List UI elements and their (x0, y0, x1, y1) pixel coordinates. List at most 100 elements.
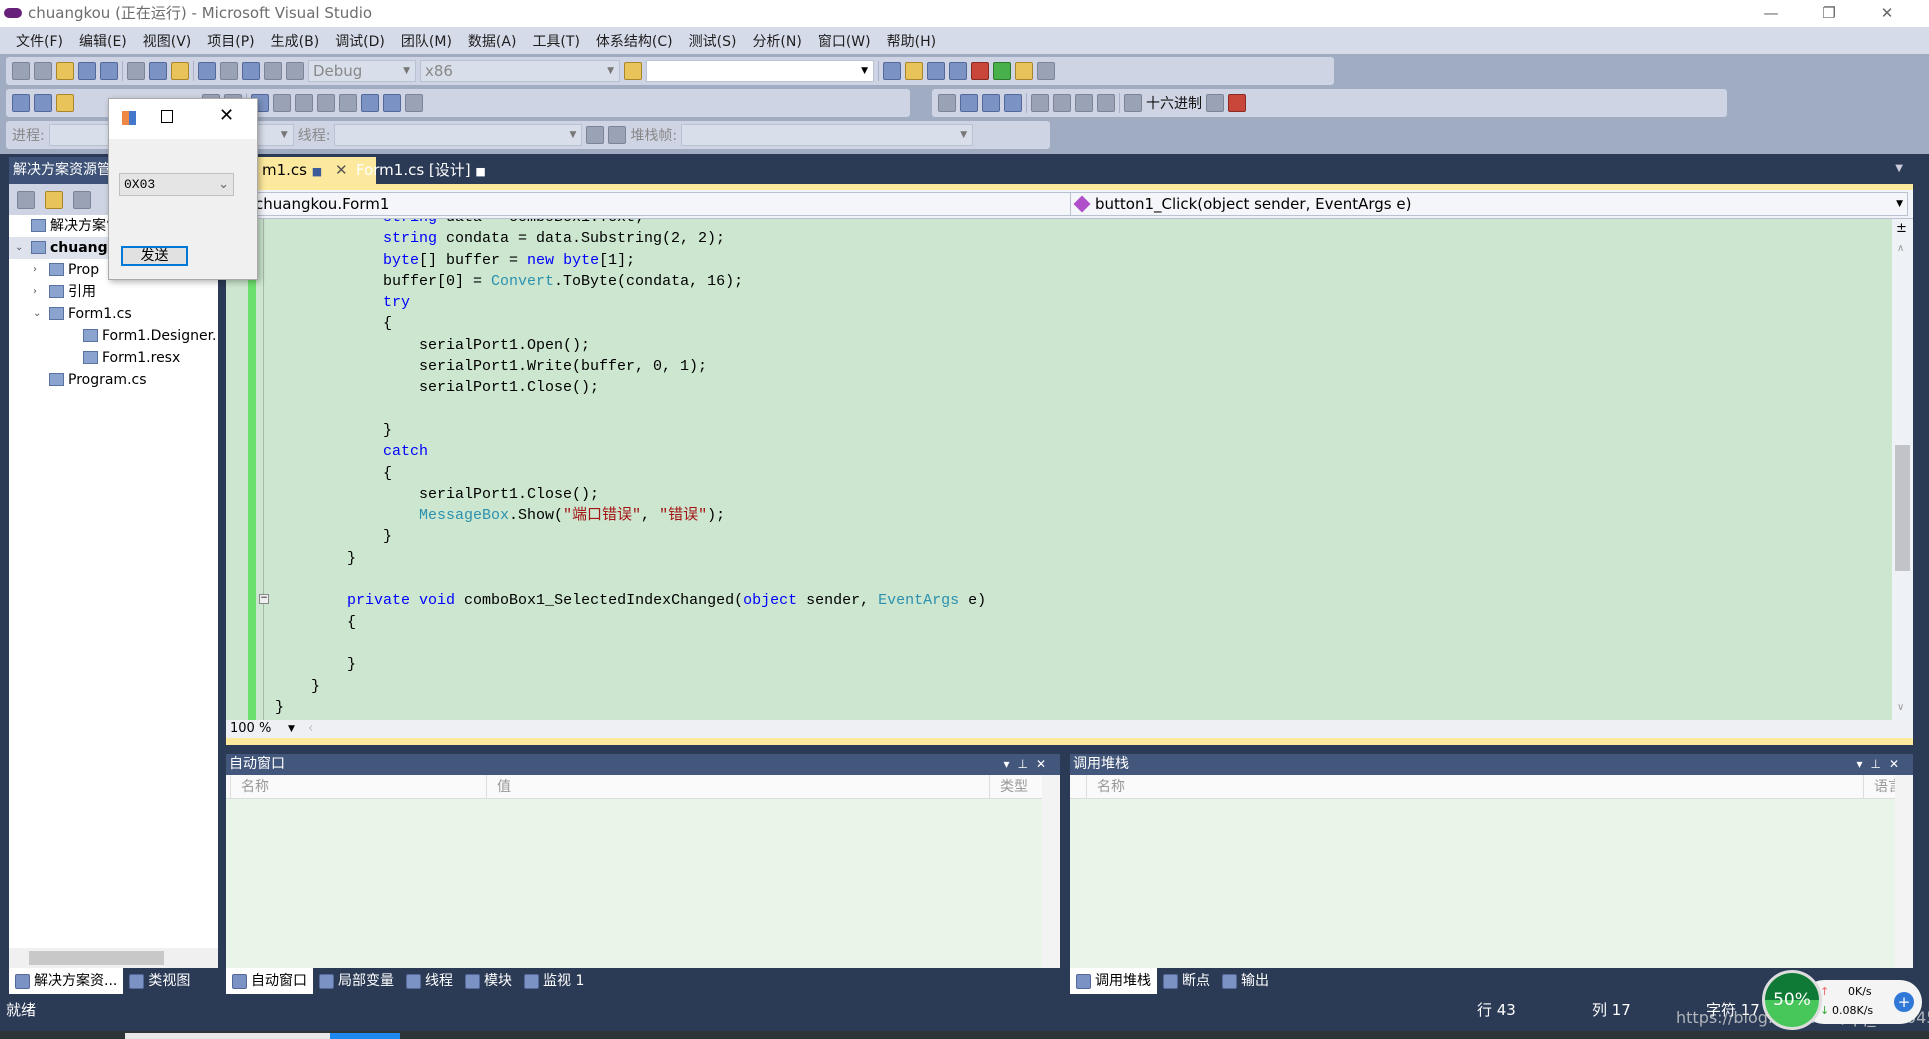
menu-item[interactable]: 测试(S) (681, 31, 745, 51)
send-button[interactable]: 发送 (121, 246, 188, 266)
toolbox-icon[interactable] (949, 62, 967, 80)
restore-button[interactable]: ❐ (1800, 0, 1858, 27)
menu-item[interactable]: 帮助(H) (879, 31, 944, 51)
stackframe-select[interactable]: ▼ (681, 124, 974, 146)
redo-icon[interactable] (220, 62, 238, 80)
port-combobox[interactable]: 0X03 ⌄ (119, 173, 234, 196)
menu-item[interactable]: 分析(N) (744, 31, 809, 51)
horizontal-scrollbar[interactable] (9, 948, 218, 968)
panel-controls[interactable]: ▾⊥✕ (1856, 754, 1907, 775)
menu-item[interactable]: 项目(P) (199, 31, 262, 51)
bottom-tab[interactable]: 输出 (1216, 968, 1275, 994)
extension-icon[interactable] (1015, 62, 1033, 80)
flag-all-icon[interactable] (608, 126, 627, 144)
save-icon[interactable] (78, 62, 96, 80)
scrollbar-thumb[interactable] (1895, 445, 1910, 571)
start-icon[interactable] (286, 62, 304, 80)
command-window-icon[interactable] (1037, 62, 1055, 80)
vertical-scrollbar[interactable] (1895, 775, 1913, 968)
tree-item[interactable]: Program.cs (9, 369, 218, 391)
plus-icon[interactable]: + (1894, 992, 1914, 1012)
tools-icon[interactable] (971, 62, 989, 80)
find-icon[interactable] (405, 94, 423, 112)
chevron-down-icon[interactable]: ⌄ (33, 303, 41, 325)
menu-item[interactable]: 工具(T) (524, 31, 587, 51)
navigate-forward-icon[interactable] (264, 62, 282, 80)
add-item-icon[interactable] (34, 62, 52, 80)
taskbar-item[interactable] (125, 1033, 330, 1039)
panel-controls[interactable]: ▾⊥✕ (1003, 754, 1054, 775)
stop-icon[interactable] (982, 94, 1000, 112)
find-input[interactable]: ▼ (646, 60, 874, 82)
refresh-icon[interactable] (73, 190, 91, 209)
vertical-scrollbar[interactable] (1042, 775, 1060, 968)
code-editor[interactable]: − string data = comboBox1.Text;string co… (226, 219, 1892, 720)
continue-icon[interactable] (938, 94, 956, 112)
toolbar-icon[interactable] (12, 94, 30, 112)
bookmark-folder-icon[interactable] (317, 94, 335, 112)
new-project-icon[interactable] (12, 62, 30, 80)
member-dropdown[interactable]: button1_Click(object sender, EventArgs e… (1070, 192, 1908, 216)
start-page-icon[interactable] (993, 62, 1011, 80)
object-browser-icon[interactable] (927, 62, 945, 80)
bottom-tab[interactable]: 自动窗口 (226, 968, 313, 994)
chevron-right-icon[interactable]: › (33, 281, 37, 303)
threads-icon[interactable] (1206, 94, 1224, 112)
menu-item[interactable]: 编辑(E) (71, 31, 135, 51)
scroll-left-icon[interactable]: ‹ (308, 720, 313, 738)
show-all-files-icon[interactable] (45, 190, 63, 209)
bottom-tab[interactable]: 模块 (459, 968, 518, 994)
bottom-tab[interactable]: 线程 (400, 968, 459, 994)
cut-icon[interactable] (127, 62, 145, 80)
toolbar-icon[interactable] (34, 94, 52, 112)
close-icon[interactable]: ✕ (335, 161, 348, 179)
chevron-down-icon[interactable]: ⌄ (15, 237, 23, 259)
undo-icon[interactable] (198, 62, 216, 80)
flag-icon[interactable] (586, 126, 605, 144)
editor-vertical-scrollbar[interactable]: ± ∧ ∨ (1892, 219, 1913, 720)
restart-icon[interactable] (1004, 94, 1022, 112)
split-icon[interactable]: ± (1896, 221, 1907, 236)
close-button[interactable]: ✕ (219, 105, 234, 126)
collapse-icon[interactable]: − (259, 594, 269, 604)
step-over-icon[interactable] (1075, 94, 1093, 112)
menu-item[interactable]: 团队(M) (393, 31, 460, 51)
bookmark-list-icon[interactable] (361, 94, 379, 112)
bottom-tab[interactable]: 断点 (1157, 968, 1216, 994)
scroll-up-icon[interactable]: ∧ (1897, 243, 1904, 254)
col-value[interactable]: 值 (486, 775, 511, 799)
memory-usage-gauge[interactable]: 50% (1762, 970, 1822, 1030)
bottom-tab[interactable]: 类视图 (123, 968, 196, 994)
zoom-level-select[interactable]: 100 % (226, 721, 271, 736)
step-out-icon[interactable] (1097, 94, 1115, 112)
class-dropdown[interactable]: chuangkou.Form1▼ (250, 192, 1096, 216)
col-name[interactable]: 名称 (1086, 775, 1125, 799)
col-name[interactable]: 名称 (230, 775, 710, 799)
open-file-icon[interactable] (56, 62, 74, 80)
properties-icon[interactable] (905, 62, 923, 80)
scrollbar-thumb[interactable] (29, 951, 164, 965)
bottom-tab[interactable]: 解决方案资... (9, 968, 124, 994)
show-next-statement-icon[interactable] (1031, 94, 1049, 112)
breakpoints-icon[interactable] (1228, 94, 1246, 112)
tree-item[interactable]: Form1.Designer. (9, 325, 218, 347)
menu-item[interactable]: 文件(F) (8, 31, 71, 51)
menu-item[interactable]: 调试(D) (327, 31, 393, 51)
menu-item[interactable]: 数据(A) (460, 31, 525, 51)
find-in-files-icon[interactable] (624, 62, 642, 80)
copy-icon[interactable] (149, 62, 167, 80)
tree-item[interactable]: ⌄ Form1.cs (9, 303, 218, 325)
bookmark-next-doc-icon[interactable] (383, 94, 401, 112)
chevron-down-icon[interactable]: ▼ (288, 720, 295, 738)
navigate-icon[interactable] (242, 62, 260, 80)
col-type[interactable]: 类型 (989, 775, 1028, 799)
pause-icon[interactable] (960, 94, 978, 112)
hex-display-button[interactable]: 十六进制 (1146, 93, 1202, 113)
tab-form1-design[interactable]: Form1.cs [设计] ■ (350, 157, 492, 184)
taskbar-item-active[interactable] (330, 1033, 400, 1039)
maximize-button[interactable] (161, 110, 173, 123)
pointer-icon[interactable] (56, 94, 74, 112)
close-button[interactable]: ✕ (1858, 0, 1916, 27)
scroll-down-icon[interactable]: ∨ (1897, 702, 1904, 713)
save-all-icon[interactable] (100, 62, 118, 80)
